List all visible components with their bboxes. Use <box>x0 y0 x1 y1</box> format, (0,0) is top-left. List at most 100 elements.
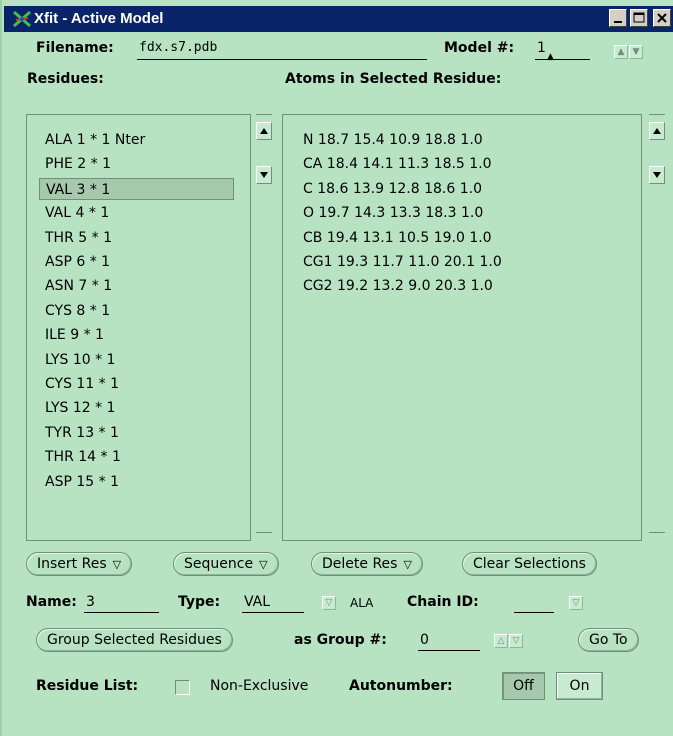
go-to-label: Go To <box>589 632 628 648</box>
clear-selections-label: Clear Selections <box>473 556 586 572</box>
down-arrow-icon: ▽ <box>572 598 580 608</box>
down-arrow-icon: ▽ <box>512 636 520 646</box>
atoms-scrollbar[interactable] <box>649 114 666 541</box>
atom-list-item[interactable]: O 19.7 14.3 13.3 18.3 1.0 <box>303 202 483 224</box>
group-number-underline <box>418 650 480 651</box>
title-bar[interactable]: Xfit - Active Model <box>4 6 673 32</box>
autonumber-off-toggle[interactable]: Off <box>502 672 545 700</box>
residue-list-item[interactable]: THR 5 * 1 <box>39 227 240 249</box>
atom-list-item[interactable]: N 18.7 15.4 10.9 18.8 1.0 <box>303 129 483 151</box>
atom-list-item[interactable]: C 18.6 13.9 12.8 18.6 1.0 <box>303 178 482 200</box>
autonumber-on-toggle[interactable]: On <box>556 672 603 700</box>
residue-list-item[interactable]: LYS 10 * 1 <box>39 349 240 371</box>
model-field[interactable]: 1 <box>537 40 546 56</box>
filename-label: Filename: <box>36 40 114 56</box>
atoms-scroll-up-button[interactable] <box>649 122 665 140</box>
name-field[interactable]: 3 <box>86 594 95 610</box>
xfit-window: Xfit - Active Model Filename: fdx.s7.pdb… <box>0 0 673 736</box>
sequence-button[interactable]: Sequence ▽ <box>173 552 279 576</box>
model-underline <box>535 59 590 60</box>
down-arrow-icon: ▼ <box>632 47 640 57</box>
residue-list-item[interactable]: TYR 13 * 1 <box>39 422 240 444</box>
autonumber-label: Autonumber: <box>349 678 453 694</box>
residue-list-item[interactable]: CYS 11 * 1 <box>39 373 240 395</box>
up-arrow-icon: △ <box>497 636 505 646</box>
atom-list-item[interactable]: CG1 19.3 11.7 11.0 20.1 1.0 <box>303 251 502 273</box>
group-decrement-button[interactable]: ▽ <box>509 634 523 648</box>
residue-list-item[interactable]: CYS 8 * 1 <box>39 300 240 322</box>
down-arrow-icon: ▽ <box>325 598 333 608</box>
delete-res-label: Delete Res <box>322 556 398 572</box>
model-increment-button[interactable]: ▲ <box>614 45 628 59</box>
residue-list-item[interactable]: THR 14 * 1 <box>39 446 240 468</box>
non-exclusive-checkbox[interactable] <box>175 680 190 695</box>
residue-list-item[interactable]: ALA 1 * 1 Nter <box>39 129 240 151</box>
chain-id-underline <box>514 612 554 613</box>
scrollbar-top-line <box>256 114 272 115</box>
atoms-label: Atoms in Selected Residue: <box>285 71 502 87</box>
name-underline <box>84 612 159 613</box>
type-hint: ALA <box>350 596 374 610</box>
filename-field[interactable]: fdx.s7.pdb <box>139 40 217 55</box>
residue-list-item[interactable]: VAL 4 * 1 <box>39 202 240 224</box>
autonumber-on-label: On <box>569 678 590 694</box>
scrollbar-top-line <box>649 114 665 115</box>
non-exclusive-label: Non-Exclusive <box>210 678 309 694</box>
residue-list-item[interactable]: ILE 9 * 1 <box>39 324 240 346</box>
maximize-button[interactable] <box>630 9 648 27</box>
scroll-down-icon <box>653 172 661 178</box>
chain-id-menu-button[interactable]: ▽ <box>569 596 583 610</box>
scroll-down-icon <box>260 172 268 178</box>
model-caret-icon: ▲ <box>547 52 554 62</box>
residue-list-item[interactable]: ASN 7 * 1 <box>39 275 240 297</box>
insert-res-label: Insert Res <box>37 556 107 572</box>
close-button[interactable] <box>653 9 671 27</box>
group-selected-residues-button[interactable]: Group Selected Residues <box>36 628 233 652</box>
group-selected-label: Group Selected Residues <box>47 632 222 648</box>
residue-list-item[interactable]: ASP 15 * 1 <box>39 471 240 493</box>
autonumber-off-label: Off <box>513 678 534 694</box>
atoms-scroll-down-button[interactable] <box>649 166 665 184</box>
type-field[interactable]: VAL <box>244 594 270 610</box>
atom-list-item[interactable]: CB 19.4 13.1 10.5 19.0 1.0 <box>303 227 492 249</box>
residues-listbox[interactable]: ALA 1 * 1 Nter PHE 2 * 1 VAL 3 * 1 VAL 4 * … <box>26 114 251 541</box>
clear-selections-button[interactable]: Clear Selections <box>462 552 597 576</box>
group-number-field[interactable]: 0 <box>420 632 429 648</box>
model-label: Model #: <box>444 40 515 56</box>
type-underline <box>242 612 304 613</box>
residue-list-item-selected[interactable]: VAL 3 * 1 <box>39 177 234 200</box>
type-menu-button[interactable]: ▽ <box>322 596 336 610</box>
atom-list-item[interactable]: CA 18.4 14.1 11.3 18.5 1.0 <box>303 153 492 175</box>
xfit-app-icon <box>13 10 31 28</box>
model-decrement-button[interactable]: ▼ <box>629 45 643 59</box>
scroll-up-icon <box>653 128 661 134</box>
residues-scroll-down-button[interactable] <box>256 166 272 184</box>
chain-id-label: Chain ID: <box>407 594 479 610</box>
scrollbar-bottom-line <box>256 532 272 533</box>
filename-underline <box>137 59 427 60</box>
go-to-button[interactable]: Go To <box>578 628 639 652</box>
maximize-icon <box>633 12 645 23</box>
residues-label: Residues: <box>27 71 104 87</box>
menu-triangle-icon: ▽ <box>112 558 122 571</box>
window-title: Xfit - Active Model <box>34 10 164 27</box>
residue-list-item[interactable]: LYS 12 * 1 <box>39 397 240 419</box>
group-increment-button[interactable]: △ <box>494 634 508 648</box>
residues-scroll-up-button[interactable] <box>256 122 272 140</box>
scroll-up-icon <box>260 128 268 134</box>
close-icon <box>657 13 667 23</box>
insert-res-button[interactable]: Insert Res ▽ <box>26 552 133 576</box>
scrollbar-bottom-line <box>649 532 665 533</box>
menu-triangle-icon: ▽ <box>403 558 412 571</box>
residue-list-label: Residue List: <box>36 678 139 694</box>
residue-list-item[interactable]: ASP 6 * 1 <box>39 251 240 273</box>
name-label: Name: <box>26 594 77 610</box>
atoms-listbox[interactable]: N 18.7 15.4 10.9 18.8 1.0 CA 18.4 14.1 11… <box>282 114 642 541</box>
minimize-button[interactable] <box>609 9 627 27</box>
menu-triangle-icon: ▽ <box>259 558 268 571</box>
residue-list-item[interactable]: PHE 2 * 1 <box>39 153 240 175</box>
residues-scrollbar[interactable] <box>256 114 273 541</box>
delete-res-button[interactable]: Delete Res ▽ <box>311 552 423 576</box>
atom-list-item[interactable]: CG2 19.2 13.2 9.0 20.3 1.0 <box>303 275 493 297</box>
minimize-icon <box>614 21 622 23</box>
